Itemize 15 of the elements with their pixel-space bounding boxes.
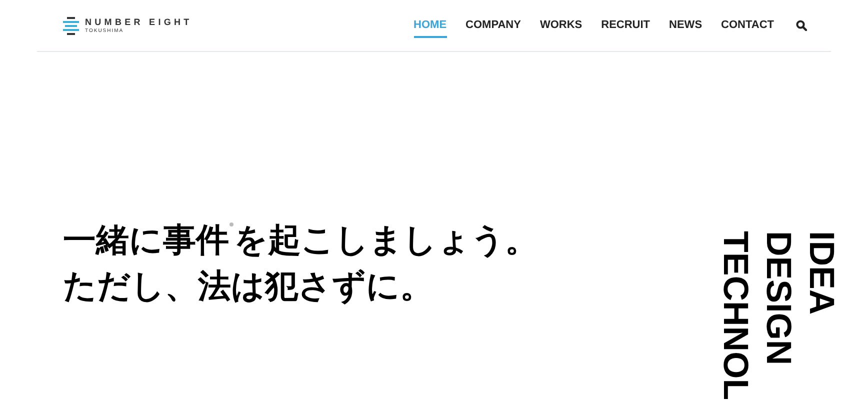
note-mark-icon [229, 222, 234, 227]
headline-text: を起こしましょう。 [234, 219, 538, 261]
nav-link[interactable]: COMPANY [466, 17, 521, 38]
headline-text: ただし、法は犯さずに。 [63, 265, 433, 307]
search-icon[interactable] [796, 20, 807, 31]
vertical-word: IDEA [804, 231, 838, 317]
logo-icon [63, 16, 79, 34]
vertical-word: TECHNOL [718, 231, 752, 400]
nav-link[interactable]: WORKS [540, 17, 582, 38]
nav-link[interactable]: RECRUIT [601, 17, 650, 38]
nav-link[interactable]: NEWS [669, 17, 702, 38]
logo-name: NUMBER EIGHT [85, 18, 192, 26]
nav-link[interactable]: CONTACT [721, 17, 774, 38]
vertical-word: DESIGN [761, 231, 795, 368]
headline-text: 一緒に事件 [63, 219, 229, 261]
